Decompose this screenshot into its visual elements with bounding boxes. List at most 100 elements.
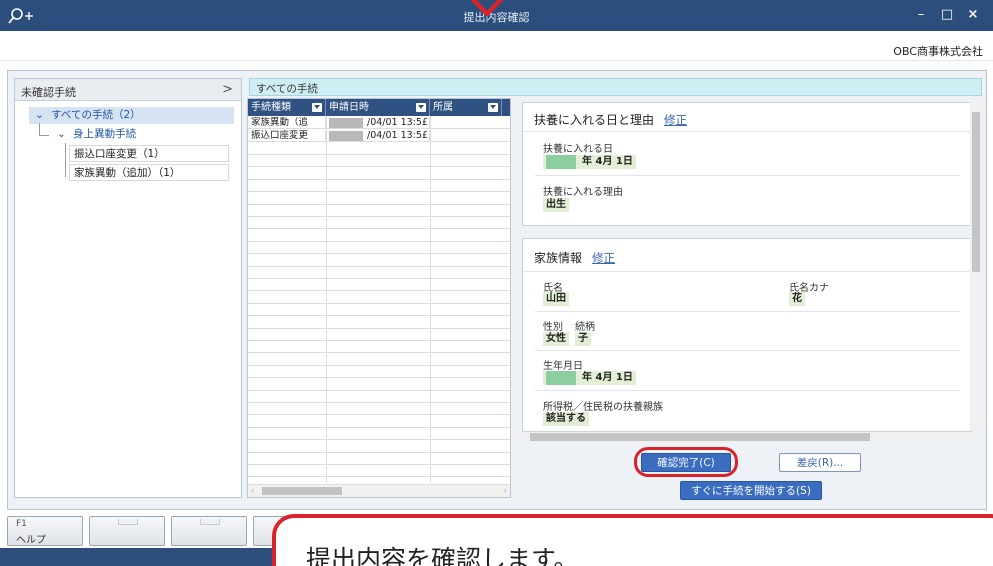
row-date-text: /04/01 13:5£ [367, 130, 428, 141]
callout-text: 提出内容を確認します。 [306, 545, 579, 566]
f2-key[interactable] [89, 516, 165, 546]
empty-row [248, 428, 510, 441]
card-title: 扶養に入れる日と理由 修正 [534, 111, 687, 128]
column-type-label: 手続種類 [251, 102, 291, 113]
instruction-callout: 提出内容を確認します。 [272, 514, 993, 566]
column-header-type[interactable]: 手続種類 [248, 99, 326, 116]
list-section-header: すべての手続 [249, 78, 982, 96]
row-date: /04/01 13:5£ [326, 117, 430, 129]
redacted-year [546, 371, 576, 385]
tax-label: 所得税／住民税の扶養親族 [543, 402, 663, 413]
close-button[interactable]: × [963, 6, 983, 24]
relation-label: 続柄 [575, 322, 595, 333]
row-type: 家族異動（追 [248, 117, 326, 129]
birth-value-text: 年 4月 1日 [582, 372, 633, 383]
edit-link[interactable]: 修正 [592, 251, 615, 265]
filter-icon[interactable] [488, 103, 498, 112]
row-date: /04/01 13:5£ [326, 130, 430, 142]
empty-row [248, 341, 510, 354]
minimize-button[interactable]: – [911, 6, 931, 24]
empty-row [248, 441, 510, 453]
card-title: 家族情報 修正 [534, 249, 615, 266]
tree-item-family-add[interactable]: 家族異動（追加）（1） [69, 164, 229, 181]
divider [535, 311, 960, 312]
detail-vertical-scrollbar[interactable] [970, 98, 982, 430]
empty-row [248, 317, 510, 329]
family-info-card: 家族情報 修正 氏名 山田 氏名カナ 花 性別 続柄 女性 子 生年月日 年 4月… [522, 238, 972, 432]
empty-row [248, 168, 510, 180]
chevron-down-icon: ⌄ [35, 109, 44, 121]
grid-header: 手続種類 申請日時 所属 [248, 99, 510, 116]
maximize-button[interactable]: □ [937, 6, 957, 24]
empty-row [248, 453, 510, 465]
company-bar: OBC商事株式会社 [0, 31, 993, 61]
empty-row [248, 465, 510, 478]
field-label: 扶養に入れる理由 [543, 187, 623, 198]
empty-row [248, 354, 510, 366]
name-value: 山田 [543, 292, 569, 306]
empty-row [248, 416, 510, 428]
unconfirmed-header[interactable]: 未確認手続 > [15, 79, 241, 101]
field-value: 出生 [543, 198, 569, 212]
row-type: 振込口座変更 [248, 130, 326, 142]
scroll-right-icon[interactable]: › [504, 486, 507, 495]
empty-row [248, 329, 510, 341]
column-dept-label: 所属 [433, 102, 453, 113]
divider [535, 390, 960, 391]
column-date-label: 申請日時 [329, 102, 369, 113]
gender-value: 女性 [543, 332, 569, 346]
field-value: 年 4月 1日 [543, 155, 636, 169]
scrollbar-thumb[interactable] [972, 112, 980, 272]
key-tab [118, 519, 138, 525]
scrollbar-thumb[interactable] [262, 487, 342, 495]
fkey-label: ヘルプ [16, 535, 46, 546]
empty-row [248, 379, 510, 391]
empty-row [248, 292, 510, 304]
empty-row [248, 366, 510, 379]
card-title-text: 家族情報 [534, 251, 583, 265]
return-button[interactable]: 差戻(R)... [779, 453, 861, 472]
tree-item-bank-change[interactable]: 振込口座変更（1） [69, 145, 229, 162]
filter-icon[interactable] [312, 103, 322, 112]
function-key-bar: F1 ヘルプ [7, 516, 329, 548]
tree-connector [39, 135, 49, 136]
f1-help-key[interactable]: F1 ヘルプ [7, 516, 83, 546]
table-row[interactable]: 家族異動（追 /04/01 13:5£ [248, 117, 510, 129]
app-window: 提出内容確認 – □ × OBC商事株式会社 未確認手続 > ⌄ すべての手続（… [0, 0, 993, 566]
detail-horizontal-scrollbar[interactable] [522, 432, 970, 442]
gender-label: 性別 [543, 322, 563, 333]
empty-row [248, 143, 510, 155]
table-row[interactable]: 振込口座変更 /04/01 13:5£ [248, 130, 510, 142]
dependent-date-card: 扶養に入れる日と理由 修正 扶養に入れる日 年 4月 1日 扶養に入れる理由 出生 [522, 102, 972, 226]
tree-item-group[interactable]: ⌄ 身上異動手続 [53, 126, 231, 143]
scrollbar-thumb[interactable] [530, 433, 870, 441]
redacted-year [329, 117, 363, 128]
column-header-dept[interactable]: 所属 [430, 99, 502, 116]
column-header-date[interactable]: 申請日時 [326, 99, 430, 116]
grid-horizontal-scrollbar[interactable]: ‹ › [248, 484, 510, 497]
filter-icon[interactable] [416, 103, 426, 112]
f3-key[interactable] [171, 516, 247, 546]
divider [523, 131, 971, 132]
tree-connector [65, 143, 66, 177]
empty-row [248, 242, 510, 255]
relation-value: 子 [575, 332, 591, 346]
start-procedure-button[interactable]: すぐに手続を開始する(S) [680, 481, 822, 500]
tree-item-group-label: 身上異動手続 [73, 128, 137, 140]
procedure-grid: 手続種類 申請日時 所属 家族異動（追 /04/01 13:5£ 振込口座変更 … [247, 98, 511, 498]
confirm-button[interactable]: 確認完了(C) [641, 453, 731, 472]
scroll-left-icon[interactable]: ‹ [251, 486, 254, 495]
empty-row [248, 230, 510, 242]
empty-row [248, 304, 510, 317]
edit-link[interactable]: 修正 [664, 113, 687, 127]
collapse-chevron-icon[interactable]: > [222, 82, 233, 97]
list-section-title: すべての手続 [256, 83, 318, 95]
kana-value: 花 [789, 292, 805, 306]
empty-row [248, 205, 510, 217]
row-date-text: /04/01 13:5£ [367, 117, 428, 128]
tree-item-all[interactable]: ⌄ すべての手続（2） [29, 107, 234, 124]
tree-connector [39, 123, 40, 135]
unconfirmed-title: 未確認手続 [21, 86, 76, 99]
company-name: OBC商事株式会社 [893, 45, 983, 58]
unconfirmed-panel: 未確認手続 > ⌄ すべての手続（2） ⌄ 身上異動手続 振込口座変更（1） 家… [14, 78, 242, 498]
